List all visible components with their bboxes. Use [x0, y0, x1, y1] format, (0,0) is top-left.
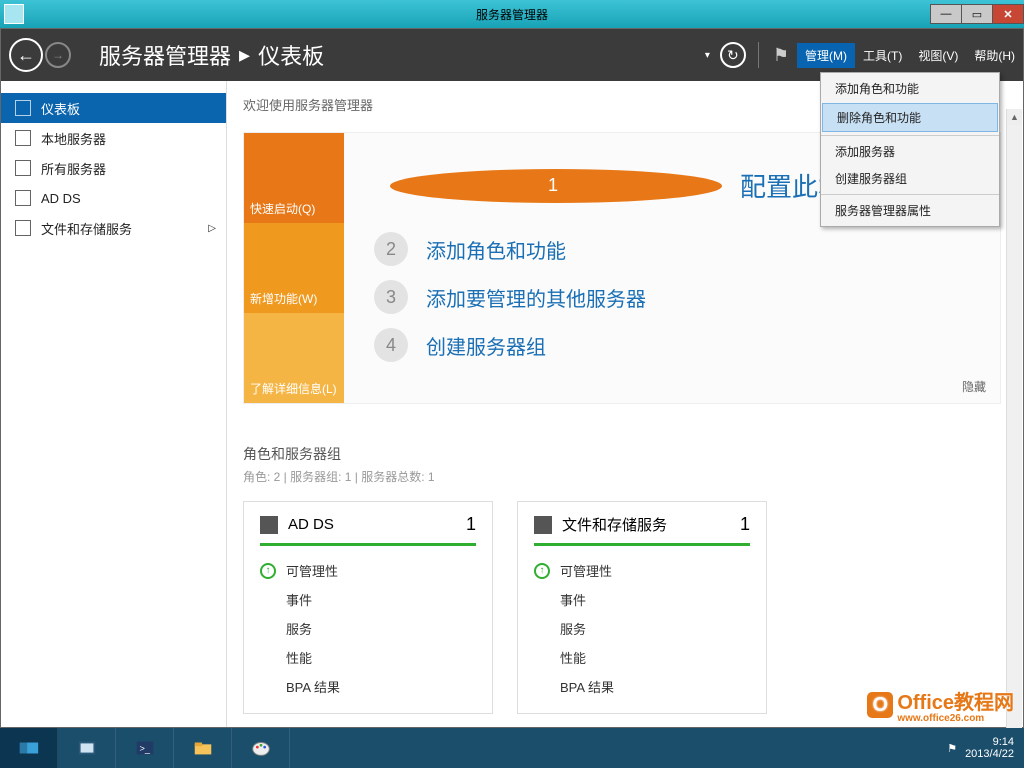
- tile-manageability[interactable]: ↑可管理性: [534, 556, 750, 585]
- divider: [758, 42, 759, 68]
- menu-create-group[interactable]: 创建服务器组: [821, 165, 999, 192]
- watermark: O Office教程网 www.office26.com: [867, 686, 1014, 724]
- tile-manageability[interactable]: ↑可管理性: [260, 556, 476, 585]
- servers-icon: [15, 160, 31, 176]
- tile-count: 1: [740, 514, 750, 535]
- tile-services[interactable]: 服务: [260, 614, 476, 643]
- step-create-group[interactable]: 4 创建服务器组: [374, 328, 970, 362]
- paint-icon: [247, 737, 275, 759]
- sidebar: 仪表板 本地服务器 所有服务器 AD DS 文件和存储服务 ▷: [1, 81, 227, 727]
- tile-services[interactable]: 服务: [534, 614, 750, 643]
- tab-learn-more[interactable]: 了解详细信息(L): [244, 313, 344, 403]
- menu-view[interactable]: 视图(V): [910, 43, 966, 68]
- quick-start-tabs: 快速启动(Q) 新增功能(W) 了解详细信息(L): [244, 133, 344, 403]
- os-titlebar: 服务器管理器 — ▭ ✕: [0, 0, 1024, 28]
- sidebar-item-label: 本地服务器: [41, 129, 106, 148]
- start-icon: [15, 737, 43, 759]
- start-button[interactable]: [0, 728, 58, 768]
- tile-title: AD DS: [288, 516, 466, 533]
- tile-performance[interactable]: 性能: [534, 643, 750, 672]
- tile-adds[interactable]: AD DS 1 ↑可管理性 事件 服务 性能 BPA 结果: [243, 501, 493, 714]
- tile-events[interactable]: 事件: [534, 585, 750, 614]
- adds-icon: [15, 190, 31, 206]
- taskbar: >_ ⚑ 9:14 2013/4/22: [0, 728, 1024, 768]
- breadcrumb[interactable]: 服务器管理器 ▸ 仪表板: [99, 39, 324, 71]
- sidebar-item-local-server[interactable]: 本地服务器: [1, 123, 226, 153]
- hide-link[interactable]: 隐藏: [962, 378, 986, 395]
- roles-section: 角色和服务器组 角色: 2 | 服务器组: 1 | 服务器总数: 1 AD DS…: [243, 444, 1001, 714]
- scroll-up-icon[interactable]: ▲: [1007, 109, 1022, 125]
- role-icon: [534, 516, 552, 534]
- tile-performance[interactable]: 性能: [260, 643, 476, 672]
- sidebar-item-label: AD DS: [41, 191, 81, 206]
- nav-forward-button: →: [45, 42, 71, 68]
- dropdown-caret-icon[interactable]: ▾: [705, 50, 710, 61]
- step-number-icon: 3: [374, 280, 408, 314]
- sidebar-item-label: 仪表板: [41, 99, 80, 118]
- chevron-right-icon: ▸: [239, 42, 250, 68]
- step-number-icon: 1: [390, 169, 722, 203]
- storage-icon: [15, 220, 31, 236]
- taskbar-server-manager[interactable]: [58, 728, 116, 768]
- taskbar-paint[interactable]: [232, 728, 290, 768]
- tray-time: 9:14: [965, 736, 1014, 748]
- system-tray[interactable]: ⚑ 9:14 2013/4/22: [947, 736, 1024, 760]
- sidebar-item-label: 所有服务器: [41, 159, 106, 178]
- step-add-roles[interactable]: 2 添加角色和功能: [374, 232, 970, 266]
- notifications-flag-icon[interactable]: ⚑: [773, 45, 789, 66]
- status-up-icon: ↑: [534, 563, 550, 579]
- folder-icon: [189, 737, 217, 759]
- tile-bpa[interactable]: BPA 结果: [260, 672, 476, 701]
- status-up-icon: ↑: [260, 563, 276, 579]
- menu-remove-roles[interactable]: 删除角色和功能: [822, 103, 998, 132]
- sidebar-item-dashboard[interactable]: 仪表板: [1, 93, 226, 123]
- powershell-icon: >_: [131, 737, 159, 759]
- window-title: 服务器管理器: [0, 6, 1024, 23]
- step-label: 创建服务器组: [426, 331, 546, 360]
- sidebar-item-all-servers[interactable]: 所有服务器: [1, 153, 226, 183]
- nav-back-button[interactable]: ←: [9, 38, 43, 72]
- role-icon: [260, 516, 278, 534]
- svg-text:>_: >_: [139, 744, 150, 754]
- menu-add-roles[interactable]: 添加角色和功能: [821, 75, 999, 102]
- tile-events[interactable]: 事件: [260, 585, 476, 614]
- taskbar-explorer[interactable]: [174, 728, 232, 768]
- sidebar-item-file-storage[interactable]: 文件和存储服务 ▷: [1, 213, 226, 243]
- menu-manage[interactable]: 管理(M): [797, 43, 855, 68]
- tab-whats-new[interactable]: 新增功能(W): [244, 223, 344, 313]
- breadcrumb-app: 服务器管理器: [99, 39, 231, 71]
- step-add-servers[interactable]: 3 添加要管理的其他服务器: [374, 280, 970, 314]
- refresh-button[interactable]: ↻: [720, 42, 746, 68]
- step-number-icon: 2: [374, 232, 408, 266]
- sidebar-item-label: 文件和存储服务: [41, 219, 132, 238]
- scrollbar[interactable]: ▲ ▼: [1006, 109, 1022, 755]
- server-icon: [15, 130, 31, 146]
- menu-tools[interactable]: 工具(T): [855, 43, 910, 68]
- roles-title: 角色和服务器组: [243, 444, 1001, 464]
- sidebar-item-adds[interactable]: AD DS: [1, 183, 226, 213]
- dashboard-icon: [15, 100, 31, 116]
- step-label: 添加角色和功能: [426, 235, 566, 264]
- step-number-icon: 4: [374, 328, 408, 362]
- tab-quick-start[interactable]: 快速启动(Q): [244, 133, 344, 223]
- taskbar-powershell[interactable]: >_: [116, 728, 174, 768]
- tile-file-storage[interactable]: 文件和存储服务 1 ↑可管理性 事件 服务 性能 BPA 结果: [517, 501, 767, 714]
- watermark-logo-icon: O: [867, 692, 893, 718]
- tile-count: 1: [466, 514, 476, 535]
- manage-menu-dropdown: 添加角色和功能 删除角色和功能 添加服务器 创建服务器组 服务器管理器属性: [820, 72, 1000, 227]
- server-manager-icon: [73, 737, 101, 759]
- roles-subtitle: 角色: 2 | 服务器组: 1 | 服务器总数: 1: [243, 468, 1001, 485]
- chevron-right-icon: ▷: [208, 223, 216, 234]
- tray-flag-icon[interactable]: ⚑: [947, 742, 957, 755]
- breadcrumb-page: 仪表板: [258, 39, 324, 71]
- menu-help[interactable]: 帮助(H): [966, 43, 1023, 68]
- tray-date: 2013/4/22: [965, 748, 1014, 760]
- tile-bpa[interactable]: BPA 结果: [534, 672, 750, 701]
- tile-title: 文件和存储服务: [562, 514, 740, 535]
- step-label: 添加要管理的其他服务器: [426, 283, 646, 312]
- menu-add-servers[interactable]: 添加服务器: [821, 138, 999, 165]
- menu-properties[interactable]: 服务器管理器属性: [821, 197, 999, 224]
